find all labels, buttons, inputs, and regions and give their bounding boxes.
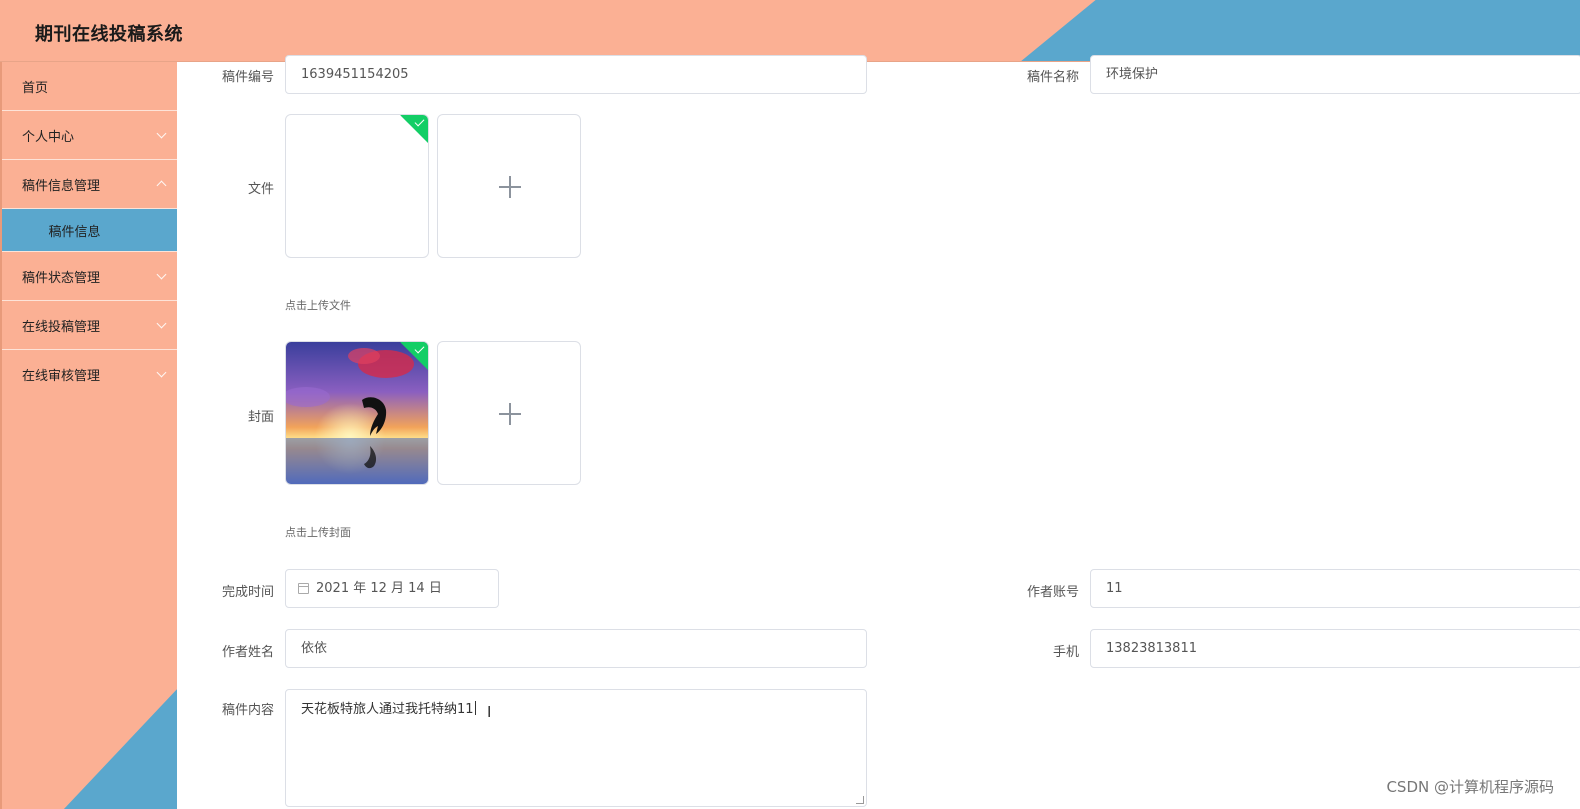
- chevron-down-icon: [156, 318, 167, 329]
- manuscript-no-label: 稿件编号: [221, 70, 274, 85]
- text-cursor-icon: I: [487, 703, 492, 721]
- sidebar-item-label: 首页: [22, 80, 49, 96]
- watermark: CSDN @计算机程序源码: [1386, 778, 1554, 796]
- finish-time-value: 2021 年 12 月 14 日: [316, 581, 442, 596]
- content-text: 天花板特旅人通过我托特纳11: [301, 702, 474, 717]
- content-label: 稿件内容: [221, 703, 274, 718]
- plus-icon: [499, 176, 521, 198]
- manuscript-name-label: 稿件名称: [1026, 70, 1079, 85]
- manuscript-form: 稿件编号 1639451154205 稿件名称 环境保护 文件 点击上传文件 封…: [177, 55, 1580, 809]
- sidebar-item-label: 在线投稿管理: [22, 319, 101, 335]
- app-title: 期刊在线投稿系统: [35, 24, 183, 45]
- uploaded-file-preview[interactable]: [285, 114, 429, 258]
- top-header: 期刊在线投稿系统: [0, 0, 1580, 62]
- uploaded-cover-preview[interactable]: [285, 341, 429, 485]
- finish-time-label: 完成时间: [221, 585, 274, 600]
- cover-label: 封面: [247, 410, 274, 425]
- header-decoration: [1020, 0, 1580, 61]
- sidebar-item-label: 稿件状态管理: [22, 270, 101, 286]
- sidebar-item-online-submission-mgmt[interactable]: 在线投稿管理: [2, 301, 177, 350]
- manuscript-no-input[interactable]: 1639451154205: [285, 55, 867, 94]
- resize-handle[interactable]: [856, 796, 864, 804]
- file-label: 文件: [247, 182, 274, 197]
- author-account-input[interactable]: 11: [1090, 569, 1580, 608]
- sidebar-item-online-review-mgmt[interactable]: 在线审核管理: [2, 350, 177, 399]
- author-account-label: 作者账号: [1026, 585, 1079, 600]
- sidebar-item-home[interactable]: 首页: [2, 62, 177, 111]
- chevron-down-icon: [156, 367, 167, 378]
- phone-label: 手机: [1052, 645, 1079, 660]
- chevron-down-icon: [156, 269, 167, 280]
- manuscript-name-input[interactable]: 环境保护: [1090, 55, 1580, 94]
- cover-upload-tip: 点击上传封面: [285, 526, 351, 539]
- author-name-input[interactable]: 依依: [285, 629, 867, 668]
- sidebar: 首页 个人中心 稿件信息管理 稿件信息 稿件状态管理 在线投稿管理 在线审核管理: [0, 62, 177, 809]
- sidebar-item-manuscript-status-mgmt[interactable]: 稿件状态管理: [2, 252, 177, 301]
- calendar-icon: [298, 583, 309, 594]
- upload-success-badge: [400, 115, 428, 144]
- sidebar-decoration: [63, 687, 177, 809]
- sidebar-item-manuscript-info-mgmt[interactable]: 稿件信息管理: [2, 160, 177, 209]
- sidebar-item-label: 个人中心: [22, 129, 75, 145]
- file-upload-button[interactable]: [437, 114, 581, 258]
- cover-upload-button[interactable]: [437, 341, 581, 485]
- phone-input[interactable]: 13823813811: [1090, 629, 1580, 668]
- file-upload-tip: 点击上传文件: [285, 299, 351, 312]
- content-textarea[interactable]: 天花板特旅人通过我托特纳11: [285, 689, 867, 807]
- chevron-down-icon: [156, 128, 167, 139]
- sidebar-item-label: 稿件信息: [48, 224, 101, 240]
- author-name-label: 作者姓名: [221, 645, 274, 660]
- sidebar-item-personal-center[interactable]: 个人中心: [2, 111, 177, 160]
- finish-time-datepicker[interactable]: 2021 年 12 月 14 日: [285, 569, 499, 608]
- text-caret: [474, 701, 476, 715]
- plus-icon: [499, 403, 521, 425]
- sidebar-subitem-manuscript-info[interactable]: 稿件信息: [2, 209, 177, 252]
- sidebar-item-label: 稿件信息管理: [22, 178, 101, 194]
- chevron-up-icon: [156, 180, 167, 191]
- sidebar-item-label: 在线审核管理: [22, 369, 101, 384]
- cover-image: [286, 342, 428, 484]
